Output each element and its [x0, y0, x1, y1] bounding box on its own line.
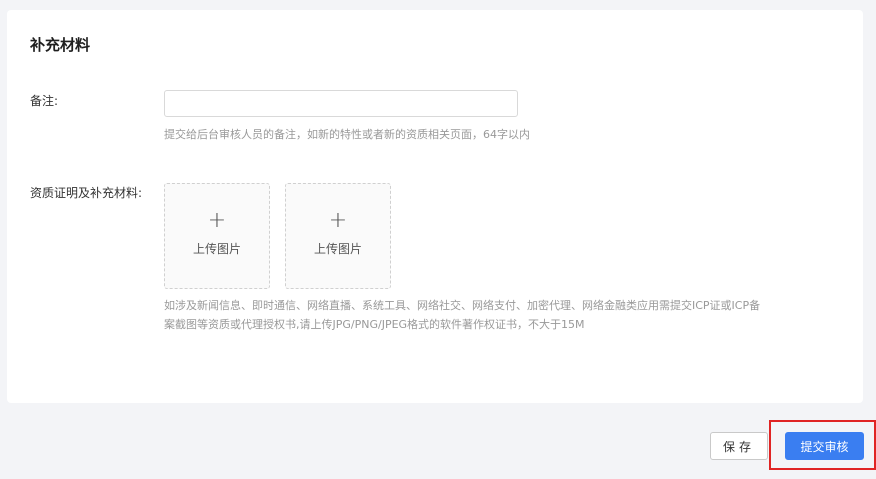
- upload-image-label: 上传图片: [313, 242, 362, 256]
- save-button[interactable]: 保存: [710, 432, 768, 460]
- upload-image-button-2[interactable]: + 上传图片: [285, 183, 391, 289]
- remark-label: 备注:: [30, 94, 59, 108]
- proof-hint: 如涉及新闻信息、即时通信、网络直播、系统工具、网络社交、网络支付、加密代理、网络…: [164, 299, 761, 331]
- upload-image-label: 上传图片: [192, 242, 241, 256]
- section-title: 补充材料: [30, 36, 91, 54]
- upload-image-button-1[interactable]: + 上传图片: [164, 183, 270, 289]
- submit-review-button[interactable]: 提交审核: [785, 432, 864, 460]
- plus-icon: +: [207, 208, 227, 233]
- proof-label: 资质证明及补充材料:: [30, 186, 143, 200]
- remark-input[interactable]: [164, 90, 518, 117]
- remark-hint: 提交给后台审核人员的备注，如新的特性或者新的资质相关页面，64字以内: [164, 128, 530, 141]
- supplementary-materials-card: 补充材料 备注: 提交给后台审核人员的备注，如新的特性或者新的资质相关页面，64…: [7, 10, 863, 403]
- plus-icon: +: [328, 208, 348, 233]
